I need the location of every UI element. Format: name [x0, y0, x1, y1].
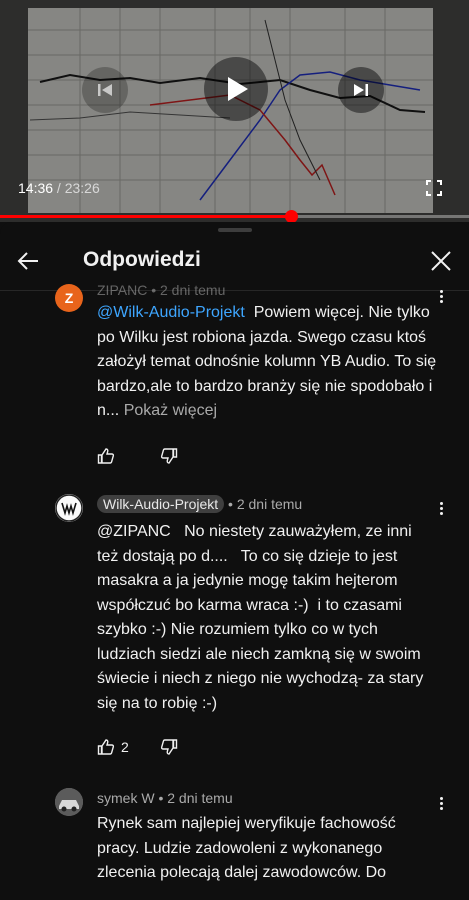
next-button[interactable] — [338, 67, 384, 113]
comment-meta: symek W • 2 dni temu — [97, 790, 233, 806]
comment-body: Rynek sam najlepiej weryfikuje fachowość… — [97, 815, 401, 881]
play-button[interactable] — [204, 57, 268, 121]
comment-author[interactable]: ZIPANC — [97, 282, 147, 298]
next-icon — [354, 84, 368, 96]
progress-thumb[interactable] — [285, 210, 299, 222]
like-button[interactable] — [97, 446, 121, 466]
drag-handle[interactable] — [218, 228, 252, 232]
progress-played — [0, 215, 292, 218]
duration: 23:26 — [64, 180, 100, 196]
comment-age: 2 dni temu — [236, 496, 303, 512]
comment-age: 2 dni temu — [160, 282, 226, 298]
meta-separator: • — [154, 790, 168, 806]
comment-body: @ZIPANC No niestety zauważyłem, ze inni … — [97, 523, 428, 712]
avatar[interactable]: Z — [55, 284, 83, 312]
comment-text: @Wilk-Audio-Projekt Powiem więcej. Nie t… — [97, 301, 437, 424]
previous-icon — [98, 84, 112, 96]
like-count: 2 — [121, 739, 129, 755]
avatar-letter: Z — [64, 290, 74, 306]
play-icon — [228, 77, 248, 101]
thumbs-up-icon — [97, 739, 115, 755]
back-arrow-icon[interactable] — [16, 248, 42, 274]
like-button[interactable]: 2 — [97, 737, 129, 757]
mention-link[interactable]: @Wilk-Audio-Projekt — [97, 304, 245, 321]
thumbs-down-icon — [160, 448, 178, 464]
fullscreen-icon[interactable] — [426, 180, 442, 196]
time-separator: / — [53, 180, 65, 196]
time-display: 14:36 / 23:26 — [18, 180, 100, 196]
video-player[interactable]: 14:36 / 23:26 — [0, 0, 469, 222]
meta-separator: • — [147, 282, 160, 298]
thumbs-down-icon — [160, 739, 178, 755]
avatar[interactable] — [55, 788, 83, 816]
more-options-icon[interactable] — [436, 288, 446, 304]
dislike-button[interactable] — [160, 446, 178, 466]
replies-panel: Odpowiedzi Z ZIPANC • 2 dni temu @Wilk-A… — [0, 222, 469, 900]
author-chip[interactable]: Wilk-Audio-Projekt — [97, 495, 225, 513]
avatar[interactable] — [55, 494, 83, 522]
dislike-button[interactable] — [160, 737, 178, 757]
previous-button[interactable] — [82, 67, 128, 113]
comment-age: 2 dni temu — [167, 790, 233, 806]
meta-separator: • — [224, 496, 237, 512]
comment-meta: ZIPANC • 2 dni temu — [97, 282, 225, 298]
car-photo-icon — [55, 788, 83, 816]
panel-header: Odpowiedzi — [0, 236, 469, 288]
more-options-icon[interactable] — [436, 500, 446, 516]
more-options-icon[interactable] — [436, 795, 446, 811]
current-time: 14:36 — [18, 180, 54, 196]
comment-author[interactable]: symek W — [97, 790, 155, 806]
thumbs-up-icon — [97, 448, 115, 464]
panel-title: Odpowiedzi — [83, 248, 201, 271]
comment-meta: Wilk-Audio-Projekt • 2 dni temu — [97, 495, 302, 513]
close-icon[interactable] — [429, 249, 453, 273]
show-more-link[interactable]: Pokaż więcej — [124, 402, 217, 419]
wolf-logo-icon — [55, 494, 83, 522]
